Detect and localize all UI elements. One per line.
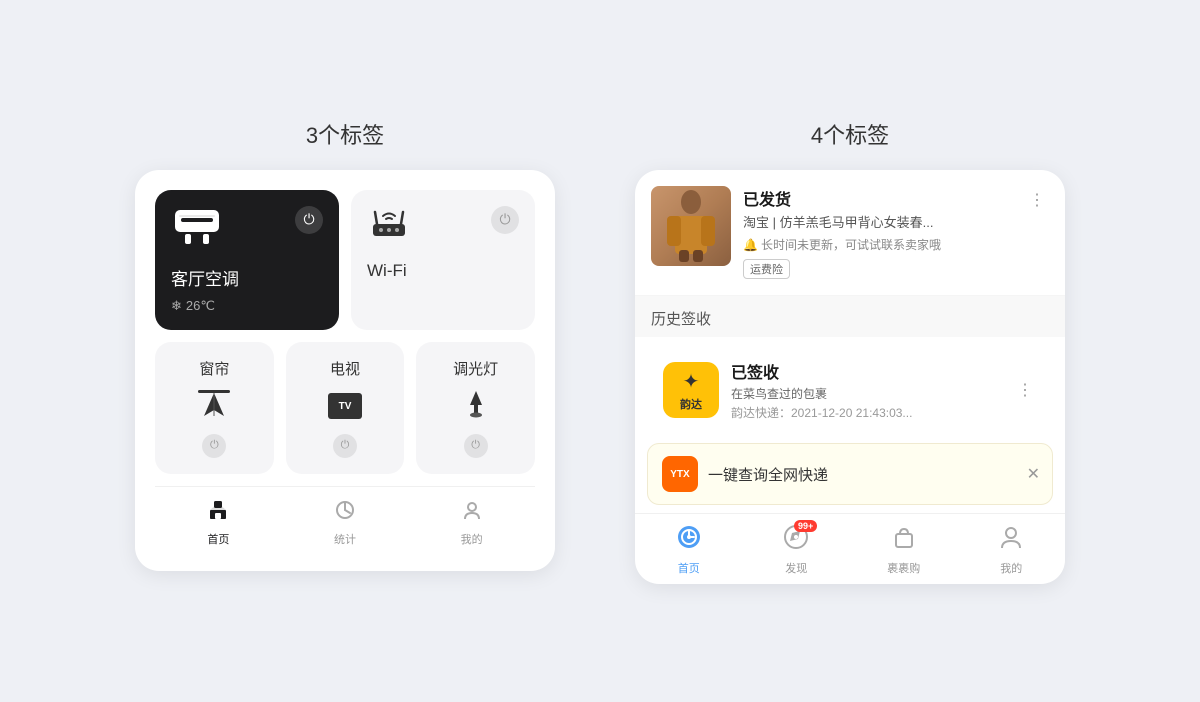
curtain-device-card[interactable]: 窗帘 ⏻ (155, 342, 274, 474)
ad-text: 一键查询全网快递 (708, 464, 828, 485)
nav-item-mine[interactable]: 我的 (408, 499, 535, 547)
home-icon-right (676, 524, 702, 557)
right-section: 4个标签 (635, 118, 1065, 584)
shipped-more-button[interactable]: ⋮ (1025, 186, 1049, 214)
nav-item-home-right[interactable]: 首页 (635, 524, 743, 576)
ac-icon (171, 206, 223, 253)
signed-info: 已签收 在菜鸟查过的包裹 韵达快递：2021-12-20 21:43:03... (731, 359, 1001, 421)
tv-name: 电视 (330, 358, 360, 379)
shipped-title: 淘宝 | 仿羊羔毛马甲背心女装春... (743, 214, 1013, 232)
courier-logo-name: 韵达 (680, 396, 702, 412)
signed-status: 已签收 (731, 359, 1001, 383)
nav-item-discover[interactable]: 99+ 发现 (743, 524, 851, 576)
tv-power-button[interactable]: ⏻ (333, 434, 357, 458)
nav-item-shop[interactable]: 裹裹购 (850, 524, 958, 576)
nav-label-home: 首页 (207, 531, 229, 547)
lamp-power-button[interactable]: ⏻ (464, 434, 488, 458)
nav-item-home[interactable]: 首页 (155, 499, 282, 547)
ac-power-button[interactable]: ⏻ (295, 206, 323, 234)
shipped-note: 🔔 长时间未更新，可试试联系卖家哦 (743, 236, 1013, 253)
wifi-icon (367, 206, 411, 249)
shipped-status: 已发货 (743, 186, 1013, 210)
wifi-device-card[interactable]: ⏻ Wi-Fi (351, 190, 535, 330)
mine-icon (461, 499, 483, 527)
nav-label-home-right: 首页 (678, 560, 700, 576)
right-section-title: 4个标签 (811, 118, 889, 150)
stats-icon (334, 499, 356, 527)
package-info: 已发货 淘宝 | 仿羊羔毛马甲背心女装春... 🔔 长时间未更新，可试试联系卖家… (743, 186, 1013, 279)
history-header: 历史签收 (635, 296, 1065, 337)
bottom-device-row: 窗帘 ⏻ 电视 TV (155, 342, 535, 474)
left-bottom-nav: 首页 统计 (155, 486, 535, 551)
nav-label-discover: 发现 (785, 560, 807, 576)
nav-item-stats[interactable]: 统计 (282, 499, 409, 547)
nav-item-mine-right[interactable]: 我的 (958, 524, 1066, 576)
shipped-item: 已发货 淘宝 | 仿羊羔毛马甲背心女装春... 🔔 长时间未更新，可试试联系卖家… (635, 170, 1065, 296)
signed-item: ✦ 韵达 已签收 在菜鸟查过的包裹 韵达快递：2021-12-20 21:43:… (647, 345, 1053, 435)
ad-logo: YTX (662, 456, 698, 492)
right-bottom-nav: 首页 99+ 发现 (635, 513, 1065, 584)
signed-desc: 在菜鸟查过的包裹 (731, 385, 1001, 402)
curtain-power-button[interactable]: ⏻ (202, 434, 226, 458)
signed-more-button[interactable]: ⋮ (1013, 376, 1037, 404)
mine-icon-right (998, 524, 1024, 557)
package-image-inner (651, 186, 731, 266)
ad-banner: YTX 一键查询全网快递 ✕ (647, 443, 1053, 505)
tv-device-card[interactable]: 电视 TV ⏻ (286, 342, 405, 474)
tv-icon: TV (328, 393, 362, 419)
curtain-name: 窗帘 (199, 358, 229, 379)
discover-badge: 99+ (794, 520, 817, 532)
courier-logo: ✦ 韵达 (663, 362, 719, 418)
ac-device-card[interactable]: ⏻ 客厅空调 ❄ 26℃ (155, 190, 339, 330)
lamp-device-card[interactable]: 调光灯 ⏻ (416, 342, 535, 474)
signed-time: 韵达快递：2021-12-20 21:43:03... (731, 404, 1001, 421)
home-icon (207, 499, 229, 527)
wifi-device-name: Wi-Fi (367, 261, 519, 281)
courier-star-icon: ✦ (683, 369, 700, 394)
nav-label-mine-right: 我的 (1000, 560, 1022, 576)
left-section-title: 3个标签 (306, 118, 384, 150)
left-section: 3个标签 (135, 118, 555, 571)
ac-card-header: ⏻ (171, 206, 323, 253)
ac-device-status: ❄ 26℃ (171, 298, 323, 314)
shop-icon (891, 524, 917, 557)
lamp-name: 调光灯 (453, 358, 498, 379)
right-phone-card: 已发货 淘宝 | 仿羊羔毛马甲背心女装春... 🔔 长时间未更新，可试试联系卖家… (635, 170, 1065, 584)
discover-icon: 99+ (783, 524, 809, 557)
bell-icon: 🔔 (743, 238, 758, 252)
left-phone-card: ⏻ 客厅空调 ❄ 26℃ (135, 170, 555, 571)
ad-close-button[interactable]: ✕ (1027, 464, 1040, 484)
nav-label-shop: 裹裹购 (887, 560, 920, 576)
ac-device-name: 客厅空调 (171, 265, 323, 290)
wifi-power-button[interactable]: ⏻ (491, 206, 519, 234)
package-image (651, 186, 731, 266)
nav-label-stats: 统计 (334, 531, 356, 547)
main-container: 3个标签 (135, 118, 1065, 584)
top-device-grid: ⏻ 客厅空调 ❄ 26℃ (155, 190, 535, 330)
nav-label-mine: 我的 (461, 531, 483, 547)
lamp-icon (460, 387, 492, 426)
wifi-card-header: ⏻ (367, 206, 519, 249)
curtain-icon (196, 388, 232, 425)
snowflake-icon: ❄ (171, 298, 182, 314)
shipped-tag: 运费险 (743, 259, 1013, 279)
